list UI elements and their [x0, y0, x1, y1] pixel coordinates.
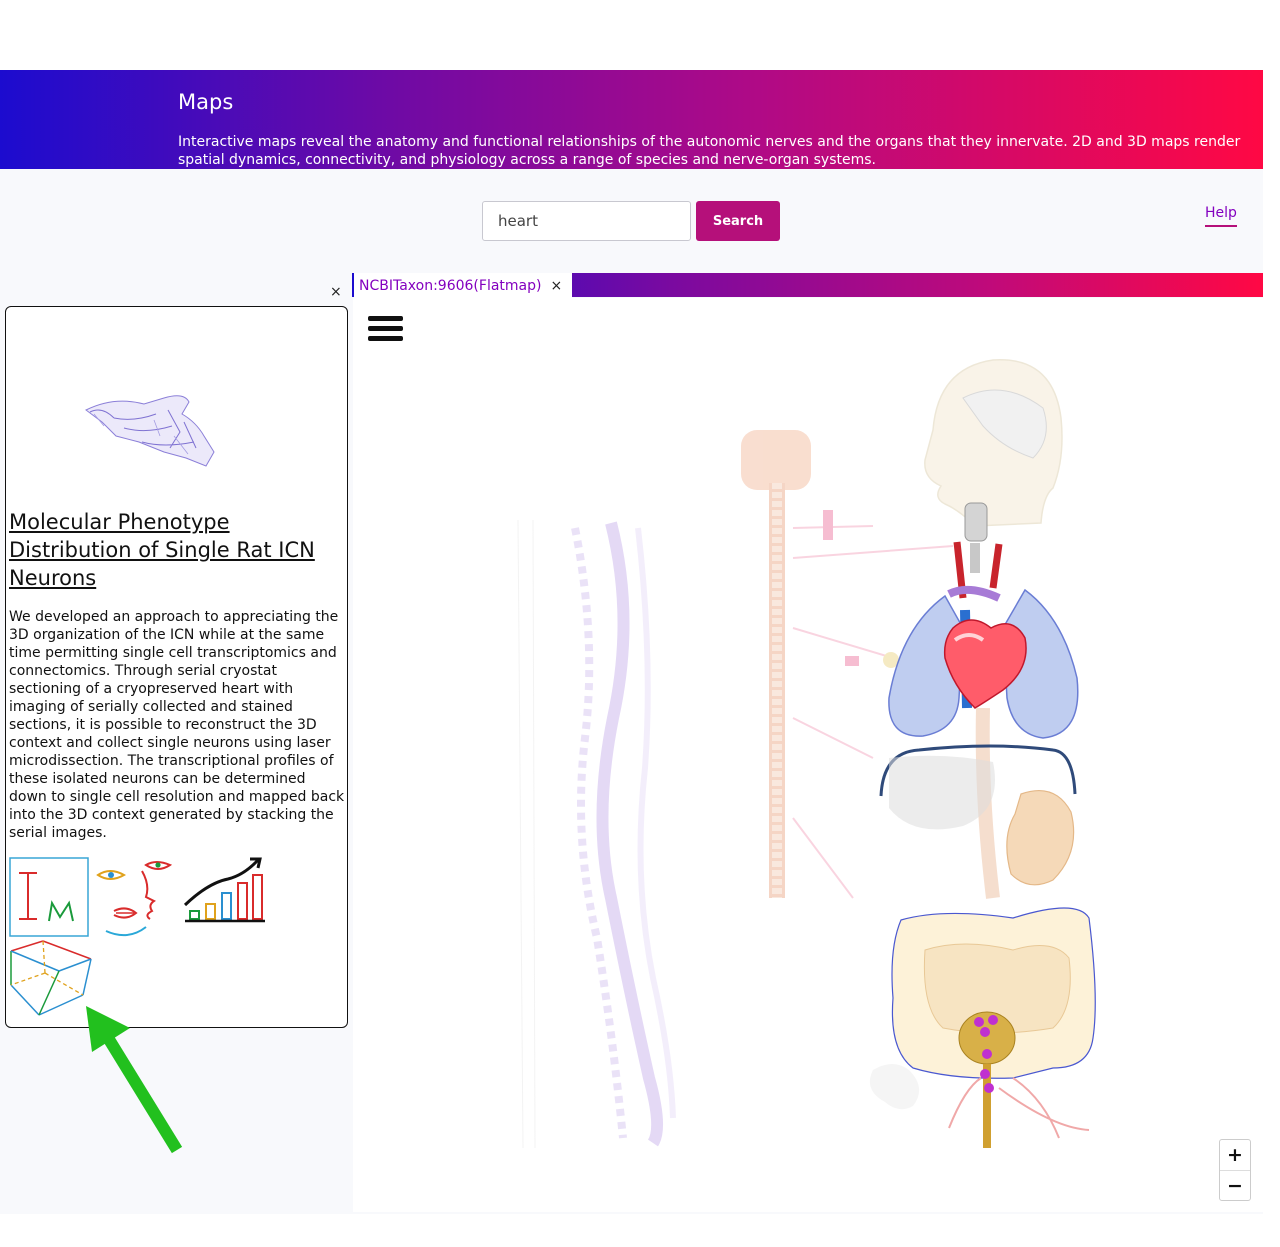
- page-header-banner: Maps Interactive maps reveal the anatomy…: [0, 70, 1263, 169]
- zoom-in-button[interactable]: +: [1220, 1140, 1250, 1170]
- plot-viewer-icon[interactable]: [182, 857, 268, 927]
- map-menu-button[interactable]: [368, 316, 404, 344]
- zoom-controls: + −: [1219, 1139, 1251, 1201]
- tab-flatmap[interactable]: NCBITaxon:9606(Flatmap) ×: [354, 273, 572, 298]
- flatmap-anatomy-diagram[interactable]: [353, 298, 1263, 1212]
- annotation-arrow: [86, 1006, 183, 1154]
- dataset-title[interactable]: Molecular Phenotype Distribution of Sing…: [9, 508, 339, 592]
- dataset-thumbnail[interactable]: [84, 392, 224, 477]
- search-button[interactable]: Search: [696, 201, 780, 241]
- face-viewer-icon[interactable]: [94, 857, 176, 939]
- search-input[interactable]: [482, 201, 691, 241]
- help-link[interactable]: Help: [1205, 205, 1237, 227]
- dataset-card: Molecular Phenotype Distribution of Sing…: [5, 306, 348, 1028]
- page-description: Interactive maps reveal the anatomy and …: [178, 134, 1241, 168]
- tab-label[interactable]: NCBITaxon:9606(Flatmap): [359, 278, 541, 294]
- tab-close-button[interactable]: ×: [550, 278, 562, 294]
- flatmap-viewer[interactable]: [353, 298, 1263, 1212]
- dataset-description: We developed an approach to appreciating…: [9, 609, 345, 841]
- zoom-out-button[interactable]: −: [1220, 1170, 1250, 1201]
- sidebar-close-button[interactable]: ×: [330, 284, 342, 300]
- image-viewer-icon[interactable]: [9, 857, 89, 937]
- page-title: Maps: [178, 90, 234, 114]
